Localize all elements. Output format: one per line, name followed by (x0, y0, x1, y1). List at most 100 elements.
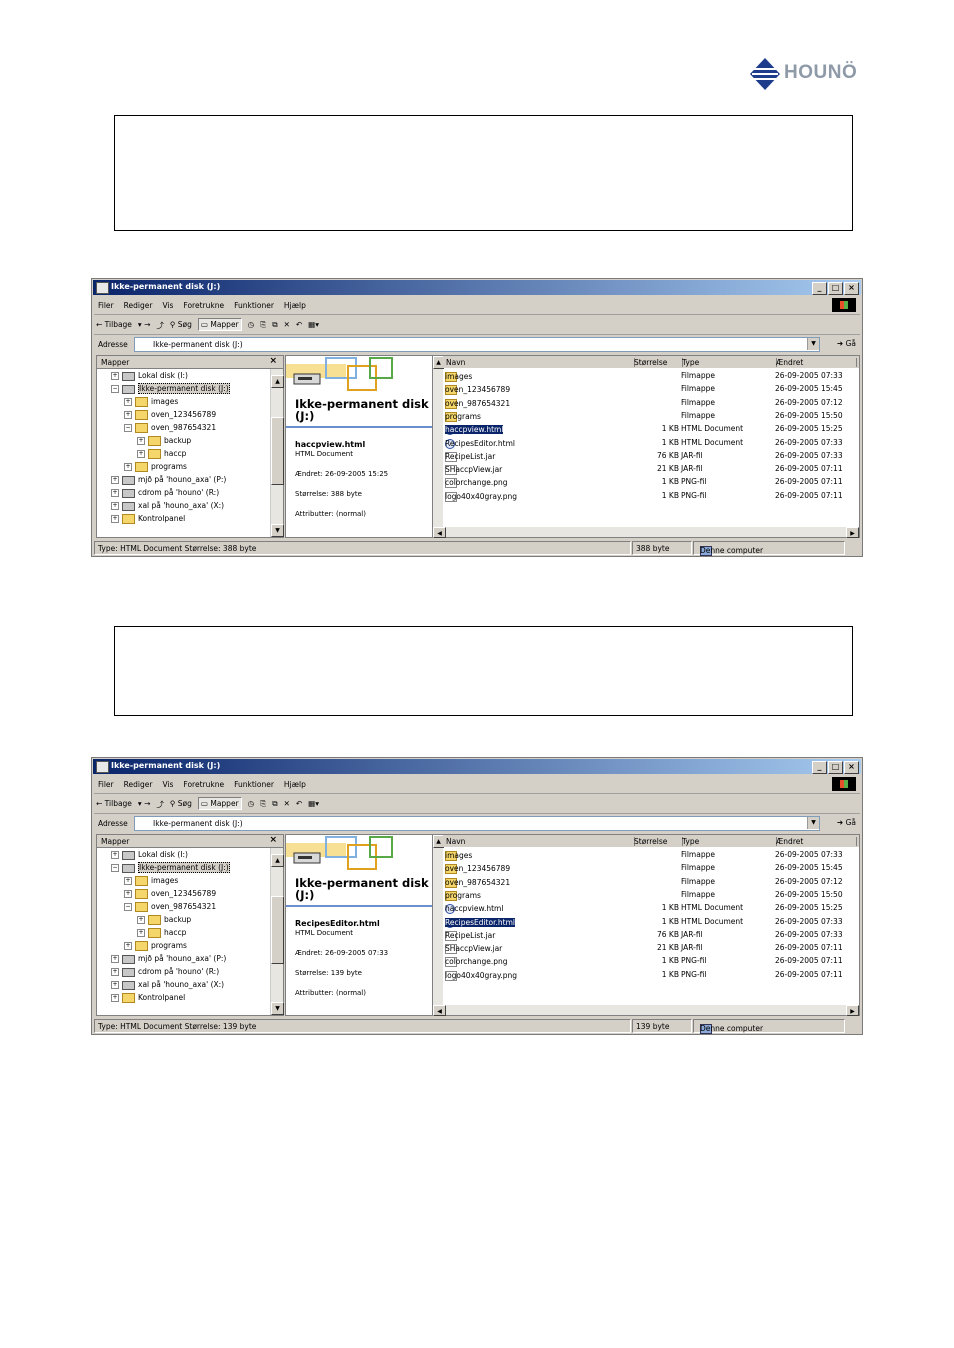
tree-item[interactable]: + backup (137, 436, 191, 446)
scroll-thumb[interactable] (271, 896, 284, 964)
address-dropdown-icon[interactable]: ▼ (807, 338, 819, 350)
menu-item-4[interactable]: Funktioner (234, 780, 274, 789)
folders-button[interactable]: ▭ Mapper (197, 797, 242, 810)
column-header[interactable]: Ændret (773, 837, 857, 846)
tree-item[interactable]: + oven_123456789 (124, 410, 216, 420)
expand-toggle-icon[interactable]: + (137, 437, 145, 445)
tree-item[interactable]: + Lokal disk (I:) (111, 371, 188, 381)
maximize-button[interactable]: □ (828, 282, 843, 295)
delete-icon[interactable]: ✕ (284, 799, 290, 808)
file-row[interactable]: SHaccpView.jar 21 KB JAR-fil 26-09-2005 07:… (445, 463, 859, 476)
expand-toggle-icon[interactable]: + (124, 890, 132, 898)
close-tree-icon[interactable]: × (269, 835, 277, 845)
tree-item[interactable]: + Kontrolpanel (111, 514, 185, 524)
copy-to-icon[interactable]: ⧉ (272, 799, 277, 809)
file-row[interactable]: haccpview.html 1 KB HTML Document 26-09-200… (445, 423, 859, 436)
menu-item-0[interactable]: Filer (98, 780, 114, 789)
horizontal-scrollbar[interactable]: ◀ ▶ (433, 1005, 859, 1016)
file-list-scrollbar[interactable]: ▲ (433, 356, 444, 527)
menu-item-5[interactable]: Hjælp (284, 780, 306, 789)
tree-item[interactable]: − Ikke-permanent disk (J:) (111, 383, 230, 394)
expand-toggle-icon[interactable]: + (137, 929, 145, 937)
tree-item[interactable]: + haccp (137, 449, 186, 459)
horizontal-scrollbar[interactable]: ◀ ▶ (433, 527, 859, 538)
expand-toggle-icon[interactable]: + (111, 851, 119, 859)
file-row[interactable]: RecipesEditor.html 1 KB HTML Document 26-09… (445, 437, 859, 449)
menu-item-1[interactable]: Rediger (124, 780, 153, 789)
expand-toggle-icon[interactable]: + (111, 955, 119, 963)
scroll-up-icon[interactable]: ▲ (271, 375, 284, 388)
column-header[interactable]: Størrelse (631, 358, 683, 367)
tree-item[interactable]: + images (124, 876, 178, 886)
menu-item-3[interactable]: Foretrukne (183, 780, 224, 789)
scroll-left-icon[interactable]: ◀ (433, 527, 446, 538)
up-folder-icon[interactable]: ⤴ (156, 799, 164, 810)
expand-toggle-icon[interactable]: + (137, 916, 145, 924)
expand-toggle-icon[interactable]: + (111, 968, 119, 976)
undo-icon[interactable]: ↶ (296, 320, 302, 329)
expand-toggle-icon[interactable]: + (124, 877, 132, 885)
go-button[interactable]: ➜ Gå (837, 339, 856, 348)
file-row[interactable]: images Filmappe 26-09-2005 07:33 (445, 370, 859, 382)
scroll-thumb[interactable] (271, 417, 284, 485)
file-row[interactable]: haccpview.html 1 KB HTML Document 26-09-200… (445, 902, 859, 915)
file-row[interactable]: programs Filmappe 26-09-2005 15:50 (445, 410, 859, 422)
menu-item-3[interactable]: Foretrukne (183, 301, 224, 310)
tree-item[interactable]: + haccp (137, 928, 186, 938)
expand-toggle-icon[interactable]: − (124, 424, 132, 432)
column-header[interactable]: Navn (443, 837, 635, 846)
expand-toggle-icon[interactable]: + (124, 398, 132, 406)
views-icon[interactable]: ▦▾ (308, 320, 319, 329)
search-button[interactable]: ⚲ Søg (170, 799, 192, 808)
file-row[interactable]: RecipeList.jar 76 KB JAR-fil 26-09-2005 07:… (445, 929, 859, 941)
tree-item[interactable]: + images (124, 397, 178, 407)
file-row[interactable]: oven_987654321 Filmappe 26-09-2005 07:12 (445, 397, 859, 409)
move-to-icon[interactable]: ⎘ (260, 320, 266, 330)
expand-toggle-icon[interactable]: − (111, 385, 119, 393)
close-tree-icon[interactable]: × (269, 356, 277, 366)
undo-icon[interactable]: ↶ (296, 799, 302, 808)
scroll-right-icon[interactable]: ▶ (846, 527, 859, 538)
move-to-icon[interactable]: ⎘ (260, 799, 266, 809)
menu-item-5[interactable]: Hjælp (284, 301, 306, 310)
file-row[interactable]: colorchange.png 1 KB PNG-fil 26-09-2005 07:… (445, 476, 859, 489)
history-icon[interactable]: ◷ (248, 320, 255, 329)
tree-item[interactable]: + Kontrolpanel (111, 993, 185, 1003)
expand-toggle-icon[interactable]: + (111, 476, 119, 484)
scroll-down-icon[interactable]: ▼ (271, 1002, 284, 1015)
copy-to-icon[interactable]: ⧉ (272, 320, 277, 330)
back-button[interactable]: ← Tilbage (96, 320, 132, 329)
go-button[interactable]: ➜ Gå (837, 818, 856, 827)
tree-item[interactable]: + xal på 'houno_axa' (X:) (111, 501, 224, 511)
history-icon[interactable]: ◷ (248, 799, 255, 808)
views-icon[interactable]: ▦▾ (308, 799, 319, 808)
menu-item-4[interactable]: Funktioner (234, 301, 274, 310)
file-row[interactable]: RecipeList.jar 76 KB JAR-fil 26-09-2005 07:… (445, 450, 859, 462)
file-list-scrollbar[interactable]: ▲ (433, 835, 444, 1005)
forward-button[interactable]: ▾ → (138, 320, 150, 329)
menu-item-2[interactable]: Vis (162, 301, 173, 310)
maximize-button[interactable]: □ (828, 761, 843, 774)
column-header[interactable]: Type (679, 837, 777, 846)
menu-item-0[interactable]: Filer (98, 301, 114, 310)
file-row[interactable]: RecipesEditor.html 1 KB HTML Document 26-09… (445, 916, 859, 928)
expand-toggle-icon[interactable]: + (137, 450, 145, 458)
scroll-down-icon[interactable]: ▼ (271, 524, 284, 537)
scroll-up-icon[interactable]: ▲ (271, 854, 284, 867)
expand-toggle-icon[interactable]: − (124, 903, 132, 911)
address-field[interactable]: Ikke-permanent disk (J:) ▼ (134, 337, 820, 352)
file-row[interactable]: oven_123456789 Filmappe 26-09-2005 15:45 (445, 383, 859, 396)
tree-item[interactable]: − oven_987654321 (124, 423, 216, 433)
column-header[interactable]: Ændret (773, 358, 857, 367)
close-button[interactable]: × (844, 282, 859, 295)
expand-toggle-icon[interactable]: + (111, 489, 119, 497)
tree-item[interactable]: + cdrom på 'houno' (R:) (111, 967, 219, 977)
forward-button[interactable]: ▾ → (138, 799, 150, 808)
scroll-left-icon[interactable]: ◀ (433, 1005, 446, 1016)
expand-toggle-icon[interactable]: + (111, 372, 119, 380)
column-header[interactable]: Navn (443, 358, 635, 367)
file-row[interactable]: SHaccpView.jar 21 KB JAR-fil 26-09-2005 07:… (445, 942, 859, 955)
column-header[interactable]: Type (679, 358, 777, 367)
address-dropdown-icon[interactable]: ▼ (807, 817, 819, 829)
file-row[interactable]: programs Filmappe 26-09-2005 15:50 (445, 889, 859, 901)
